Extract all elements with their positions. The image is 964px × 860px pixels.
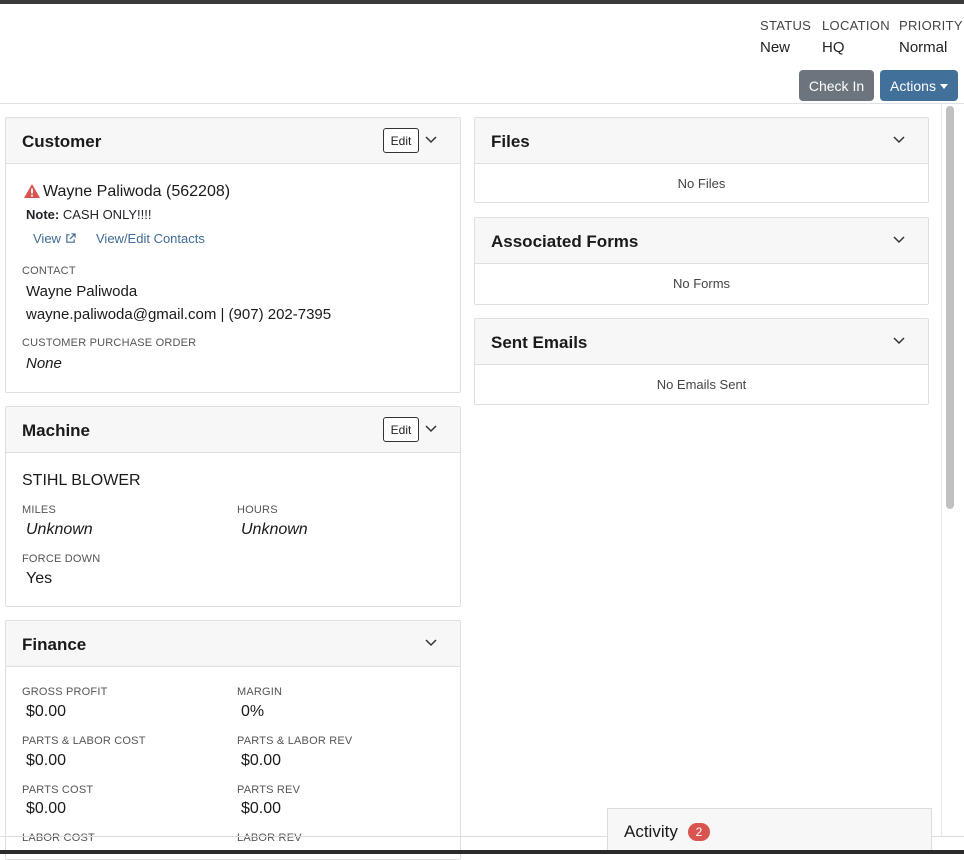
emails-card-header[interactable]: Sent Emails — [475, 319, 928, 365]
miles-value: Unknown — [26, 521, 93, 538]
customer-card-header[interactable]: Customer Edit — [6, 118, 460, 164]
location-value: HQ — [822, 39, 845, 56]
finance-card: Finance GROSS PROFIT $0.00 MARGIN 0% PAR… — [5, 620, 461, 860]
customer-edit-button[interactable]: Edit — [383, 128, 419, 153]
gross-profit-value: $0.00 — [26, 703, 67, 720]
warning-icon — [24, 184, 40, 198]
labor-rev-label: LABOR REV — [237, 832, 302, 844]
customer-title: Customer — [22, 132, 102, 151]
files-card-header[interactable]: Files — [475, 118, 928, 164]
forms-title: Associated Forms — [491, 232, 639, 251]
location-label: LOCATION — [822, 18, 890, 33]
status-field: STATUS New — [760, 18, 811, 56]
gross-profit-label: GROSS PROFIT — [22, 686, 108, 698]
forms-card: Associated Forms No Forms — [474, 217, 929, 305]
window-bottom-border — [0, 850, 964, 854]
note-label: Note: — [26, 207, 60, 222]
customer-note: Note: CASH ONLY!!!! — [26, 207, 151, 222]
parts-rev-value: $0.00 — [241, 800, 282, 817]
force-down-label: FORCE DOWN — [22, 553, 101, 565]
forms-empty-text: No Forms — [672, 276, 731, 291]
note-text: CASH ONLY!!!! — [62, 207, 152, 222]
po-label: CUSTOMER PURCHASE ORDER — [22, 337, 197, 349]
status-value: New — [760, 39, 791, 56]
external-link-icon — [65, 233, 76, 243]
machine-edit-button[interactable]: Edit — [383, 417, 419, 442]
chevron-down-icon[interactable] — [892, 334, 906, 348]
contact-details: wayne.paliwoda@gmail.com | (907) 202-739… — [26, 306, 332, 323]
finance-card-header[interactable]: Finance — [6, 621, 460, 667]
parts-rev-label: PARTS REV — [237, 784, 301, 796]
emails-card: Sent Emails No Emails Sent — [474, 318, 929, 405]
activity-panel[interactable]: Activity 2 — [607, 808, 932, 854]
customer-view-link[interactable]: View — [33, 231, 76, 246]
po-value: None — [26, 355, 62, 372]
parts-labor-rev-value: $0.00 — [241, 752, 282, 769]
parts-labor-rev-label: PARTS & LABOR REV — [237, 735, 353, 747]
parts-cost-value: $0.00 — [26, 800, 67, 817]
actions-label: Actions — [890, 77, 936, 94]
machine-title: Machine — [22, 421, 91, 440]
view-label: View — [33, 231, 61, 246]
machine-name: STIHL BLOWER — [22, 472, 141, 489]
scrollbar-thumb[interactable] — [946, 106, 954, 509]
chevron-down-icon[interactable] — [892, 233, 906, 247]
check-in-button[interactable]: Check In — [799, 70, 874, 101]
customer-name: Wayne Paliwoda (562208) — [43, 183, 231, 200]
parts-labor-cost-value: $0.00 — [26, 752, 67, 769]
chevron-down-icon[interactable] — [424, 133, 438, 147]
emails-title: Sent Emails — [491, 333, 588, 352]
machine-card-header[interactable]: Machine Edit — [6, 407, 460, 453]
forms-card-header[interactable]: Associated Forms — [475, 218, 928, 264]
actions-dropdown-button[interactable]: Actions — [880, 70, 958, 101]
files-empty-text: No Files — [677, 176, 726, 191]
priority-value: Normal — [899, 39, 948, 56]
chevron-down-icon[interactable] — [892, 133, 906, 147]
priority-field: PRIORITY Normal — [899, 18, 963, 56]
contact-name: Wayne Paliwoda — [26, 283, 138, 300]
emails-empty-text: No Emails Sent — [656, 377, 747, 392]
miles-label: MILES — [22, 504, 57, 516]
chevron-down-icon[interactable] — [424, 422, 438, 436]
parts-labor-cost-label: PARTS & LABOR COST — [22, 735, 146, 747]
header-divider — [0, 103, 964, 104]
files-card: Files No Files — [474, 117, 929, 203]
files-title: Files — [491, 132, 530, 151]
margin-value: 0% — [241, 703, 265, 720]
edit-label: Edit — [390, 422, 412, 437]
window-top-border — [0, 0, 964, 4]
machine-card: Machine Edit STIHL BLOWER MILES Unknown … — [5, 406, 461, 607]
chevron-down-icon[interactable] — [424, 636, 438, 650]
priority-label: PRIORITY — [899, 18, 963, 33]
margin-label: MARGIN — [237, 686, 283, 698]
contact-label: CONTACT — [22, 265, 76, 277]
force-down-value: Yes — [26, 570, 53, 587]
status-label: STATUS — [760, 18, 812, 33]
edit-label: Edit — [390, 133, 412, 148]
scrollbar-track — [941, 104, 942, 837]
caret-down-icon — [939, 84, 948, 89]
activity-title: Activity — [624, 822, 678, 841]
finance-title: Finance — [22, 635, 87, 654]
parts-cost-label: PARTS COST — [22, 784, 94, 796]
check-in-label: Check In — [808, 77, 865, 94]
hours-value: Unknown — [241, 521, 308, 538]
hours-label: HOURS — [237, 504, 278, 516]
view-edit-contacts-link[interactable]: View/Edit Contacts — [96, 231, 205, 246]
labor-cost-label: LABOR COST — [22, 832, 95, 844]
location-field: LOCATION HQ — [822, 18, 890, 56]
activity-count-badge: 2 — [688, 823, 710, 841]
customer-card: Customer Edit Wayne Paliwoda (562208) No… — [5, 117, 461, 393]
